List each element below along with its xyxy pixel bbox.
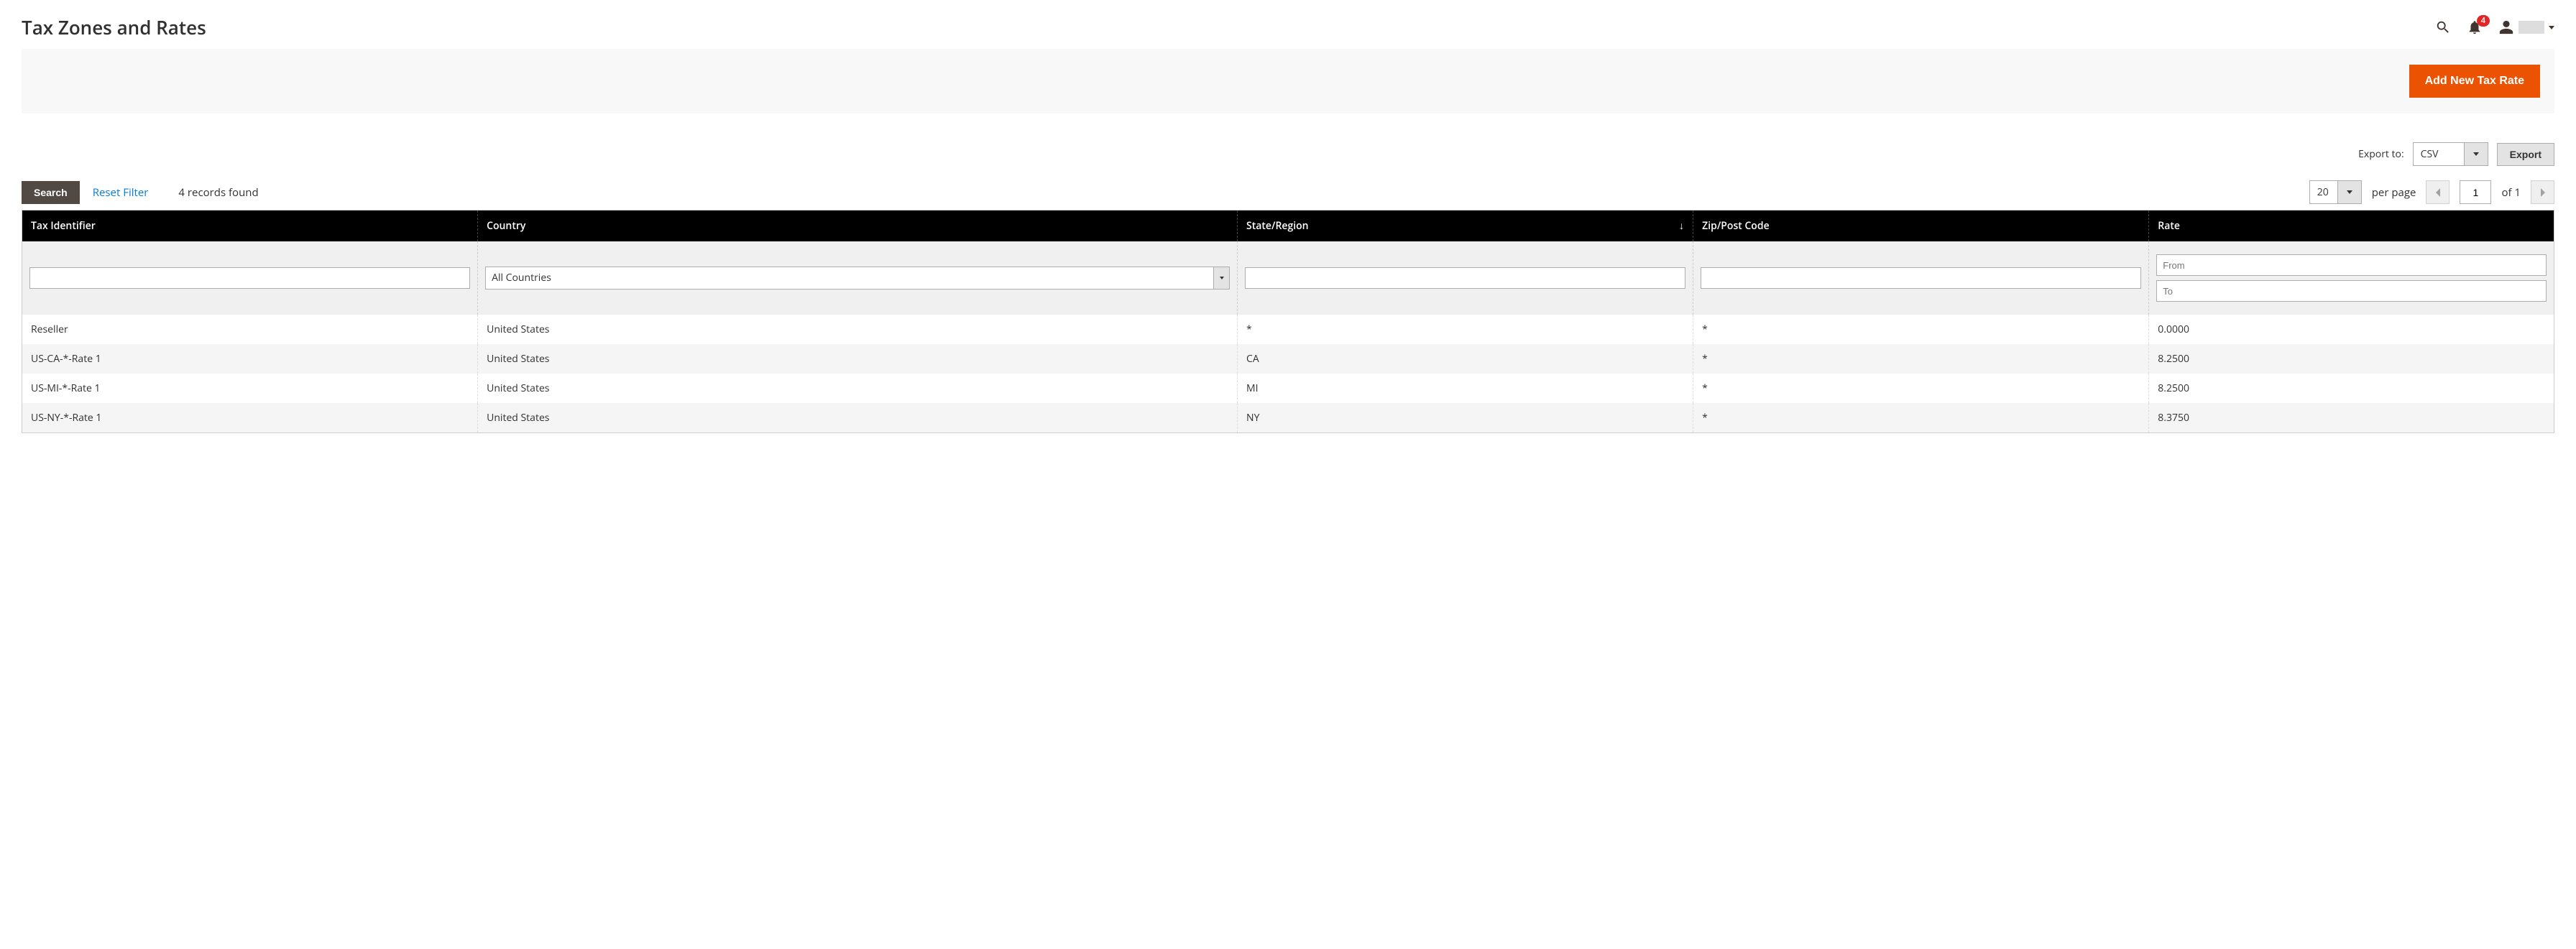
user-name-placeholder (2518, 21, 2544, 34)
filter-country-value: All Countries (486, 267, 1213, 289)
cell-rate: 8.2500 (2149, 374, 2554, 403)
per-page-label: per page (2372, 185, 2416, 200)
cell-state: * (1238, 315, 1693, 344)
user-icon (2498, 19, 2514, 35)
table-row[interactable]: US-MI-*-Rate 1United StatesMI*8.2500 (22, 374, 2554, 403)
filter-tax-identifier-input[interactable] (29, 267, 470, 289)
filter-state-input[interactable] (1245, 267, 1685, 289)
action-bar: Add New Tax Rate (22, 49, 2554, 114)
per-page-select[interactable]: 20 (2309, 180, 2362, 204)
col-header-state-region[interactable]: State/Region ↓ (1238, 210, 1693, 242)
page-number-input[interactable] (2460, 180, 2491, 204)
cell-identifier: US-CA-*-Rate 1 (22, 344, 478, 374)
chevron-right-icon (2539, 188, 2547, 198)
notification-badge: 4 (2477, 15, 2490, 27)
sort-indicator-icon: ↓ (1679, 219, 1684, 233)
page-title: Tax Zones and Rates (22, 14, 206, 40)
chevron-down-icon (2549, 26, 2554, 29)
filter-country-dropdown-button[interactable] (1213, 267, 1229, 289)
notifications-icon[interactable]: 4 (2467, 19, 2483, 35)
chevron-down-icon (2473, 152, 2479, 156)
prev-page-button[interactable] (2426, 180, 2450, 204)
cell-identifier: US-MI-*-Rate 1 (22, 374, 478, 403)
cell-country: United States (478, 374, 1238, 403)
cell-identifier: US-NY-*-Rate 1 (22, 403, 478, 433)
col-header-tax-identifier[interactable]: Tax Identifier (22, 210, 478, 242)
cell-zip: * (1693, 374, 2149, 403)
next-page-button[interactable] (2531, 180, 2554, 204)
cell-rate: 0.0000 (2149, 315, 2554, 344)
cell-zip: * (1693, 315, 2149, 344)
cell-zip: * (1693, 344, 2149, 374)
filter-country-select[interactable]: All Countries (485, 267, 1230, 290)
search-icon[interactable] (2435, 19, 2451, 35)
cell-rate: 8.3750 (2149, 403, 2554, 433)
filter-zip-input[interactable] (1701, 267, 2141, 289)
records-found-label: 4 records found (178, 185, 258, 200)
cell-country: United States (478, 315, 1238, 344)
add-new-tax-rate-button[interactable]: Add New Tax Rate (2409, 65, 2540, 98)
export-toolbar: Export to: CSV Export (22, 142, 2554, 166)
cell-state: CA (1238, 344, 1693, 374)
export-label: Export to: (2358, 147, 2404, 161)
user-menu[interactable] (2498, 19, 2554, 35)
of-pages-label: of 1 (2501, 185, 2521, 200)
export-format-select[interactable]: CSV (2413, 142, 2488, 166)
col-header-zip-post[interactable]: Zip/Post Code (1693, 210, 2149, 242)
filter-rate-to-input[interactable] (2156, 280, 2547, 302)
table-row[interactable]: US-CA-*-Rate 1United StatesCA*8.2500 (22, 344, 2554, 374)
table-row[interactable]: US-NY-*-Rate 1United StatesNY*8.3750 (22, 403, 2554, 433)
export-format-value: CSV (2414, 143, 2464, 165)
cell-identifier: Reseller (22, 315, 478, 344)
col-header-rate[interactable]: Rate (2149, 210, 2554, 242)
filter-rate-from-input[interactable] (2156, 254, 2547, 276)
export-format-dropdown-button[interactable] (2464, 143, 2488, 165)
chevron-left-icon (2434, 188, 2442, 198)
cell-zip: * (1693, 403, 2149, 433)
search-button[interactable]: Search (22, 181, 80, 204)
reset-filter-link[interactable]: Reset Filter (93, 185, 149, 200)
cell-country: United States (478, 403, 1238, 433)
per-page-value: 20 (2310, 181, 2337, 203)
cell-state: MI (1238, 374, 1693, 403)
cell-country: United States (478, 344, 1238, 374)
chevron-down-icon (1220, 277, 1224, 279)
header-actions: 4 (2435, 19, 2554, 35)
cell-rate: 8.2500 (2149, 344, 2554, 374)
col-header-state-region-label: State/Region (1246, 219, 1309, 233)
cell-state: NY (1238, 403, 1693, 433)
per-page-dropdown-button[interactable] (2337, 181, 2361, 203)
tax-rates-table: Tax Identifier Country State/Region ↓ Zi… (22, 210, 2554, 433)
chevron-down-icon (2347, 190, 2352, 194)
table-row[interactable]: ResellerUnited States**0.0000 (22, 315, 2554, 344)
export-button[interactable]: Export (2497, 143, 2554, 166)
col-header-country[interactable]: Country (478, 210, 1238, 242)
